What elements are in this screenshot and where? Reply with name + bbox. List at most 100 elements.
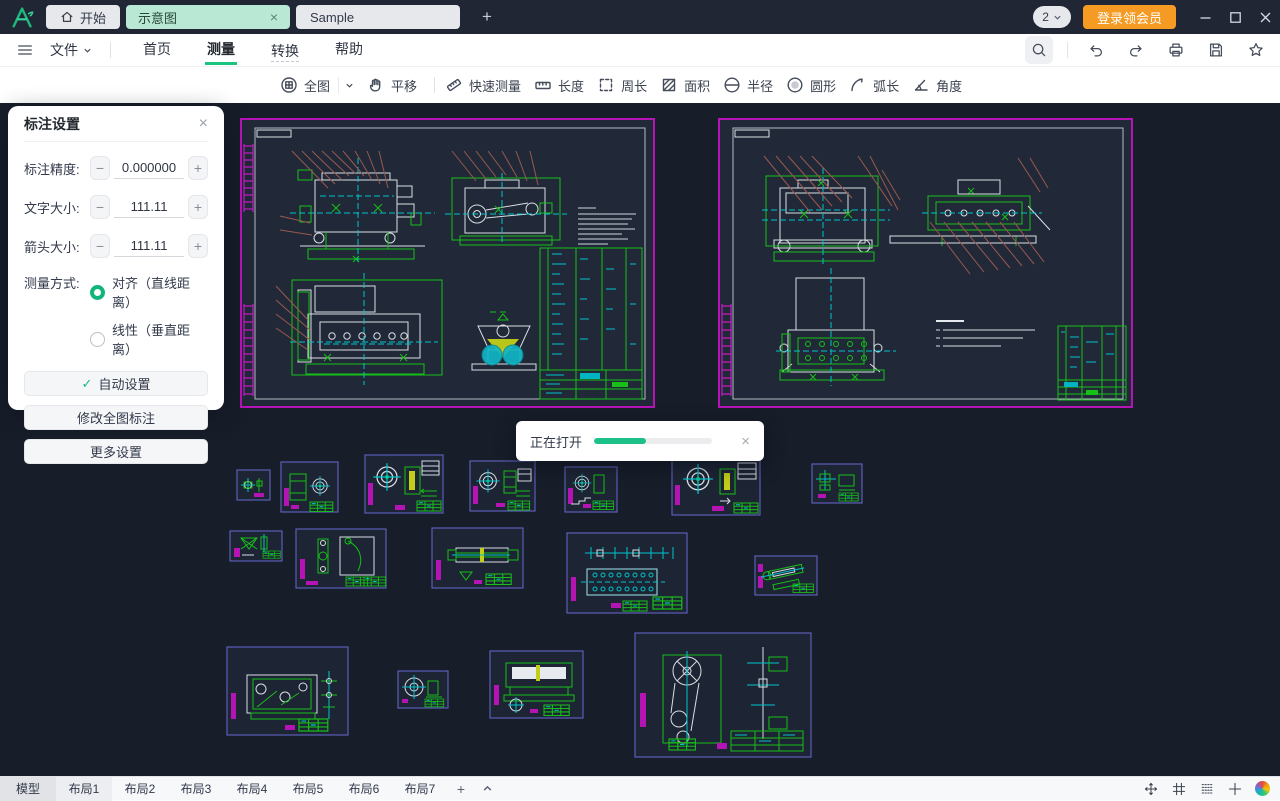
radio-selected-icon[interactable] (90, 284, 105, 300)
radio-linear[interactable]: 线性（垂直距离） (90, 320, 208, 358)
thumbnail-sheet[interactable] (564, 466, 618, 513)
text-size-plus-button[interactable]: + (188, 195, 208, 219)
tool-radius[interactable]: 半径 (723, 76, 773, 95)
tab-layout6[interactable]: 布局6 (336, 777, 392, 801)
tab-start-label: 开始 (80, 10, 107, 26)
minimize-button[interactable] (1190, 0, 1220, 34)
dialog-close-icon[interactable]: × (741, 434, 750, 449)
thumbnail-sheet[interactable] (397, 670, 449, 709)
opening-progress-dialog: 正在打开 × (516, 421, 764, 461)
maximize-button[interactable] (1220, 0, 1250, 34)
close-button[interactable] (1250, 0, 1280, 34)
tool-length[interactable]: 长度 (534, 76, 584, 95)
tool-fit-view[interactable]: 全图 (280, 76, 354, 95)
tab-model[interactable]: 模型 (0, 776, 56, 801)
precision-plus-button[interactable]: + (188, 156, 208, 180)
tab-layout7[interactable]: 布局7 (392, 777, 448, 801)
grid-dots-icon[interactable] (1199, 781, 1215, 797)
tool-quick-measure[interactable]: 快速测量 (445, 76, 521, 95)
thumbnail-sheet[interactable] (226, 646, 349, 736)
thumbnail-sheet[interactable] (566, 532, 688, 614)
thumbnail-sheet[interactable] (754, 555, 818, 596)
layout-tabs-bar: 模型 布局1 布局2 布局3 布局4 布局5 布局6 布局7 + (0, 776, 1280, 801)
tab-layout2[interactable]: 布局2 (112, 777, 168, 801)
tool-angle[interactable]: 角度 (912, 76, 962, 95)
arrow-size-minus-button[interactable]: − (90, 234, 110, 258)
panel-close-icon[interactable]: × (199, 115, 208, 132)
thumbnail-sheet[interactable] (236, 469, 271, 501)
add-layout-button[interactable]: + (448, 781, 474, 797)
print-button[interactable] (1162, 36, 1190, 64)
tool-arc-length[interactable]: 弧长 (849, 76, 899, 95)
collapse-tabs-button[interactable] (474, 783, 500, 794)
tool-area[interactable]: 面积 (660, 76, 710, 95)
text-size-minus-button[interactable]: − (90, 195, 110, 219)
radio-aligned-label: 对齐（直线距离） (112, 276, 191, 310)
tool-pan[interactable]: 平移 (367, 76, 417, 95)
precision-input[interactable] (114, 157, 184, 179)
auto-setting-label: 自动设置 (98, 377, 151, 392)
thumbnail-sheet[interactable] (364, 454, 444, 514)
thumbnail-sheet[interactable] (469, 460, 536, 512)
new-tab-button[interactable]: + (476, 7, 498, 27)
menu-home[interactable]: 首页 (141, 35, 173, 65)
redo-button[interactable] (1122, 36, 1150, 64)
crosshair-icon[interactable] (1227, 781, 1243, 797)
tool-label: 全图 (304, 78, 331, 94)
arrow-size-input[interactable] (114, 235, 184, 257)
device-count-dropdown[interactable]: 2 (1033, 6, 1071, 28)
tab-schematic[interactable]: 示意图 × (126, 5, 291, 29)
thumbnail-sheet[interactable] (280, 461, 339, 513)
chevron-down-icon (84, 48, 91, 53)
login-button[interactable]: 登录领会员 (1082, 5, 1176, 29)
tab-layout3[interactable]: 布局3 (168, 777, 224, 801)
tab-layout4[interactable]: 布局4 (224, 777, 280, 801)
color-wheel-icon[interactable] (1255, 781, 1270, 796)
tool-label: 半径 (747, 78, 774, 94)
measure-mode-label: 测量方式: (24, 276, 80, 291)
thumbnail-sheet[interactable] (634, 632, 812, 758)
arrow-size-label: 箭头大小: (24, 239, 80, 255)
menu-convert[interactable]: 转换 (269, 37, 301, 64)
tool-label: 周长 (621, 78, 648, 94)
more-settings-button[interactable]: 更多设置 (24, 439, 208, 464)
save-button[interactable] (1202, 36, 1230, 64)
pan-move-icon[interactable] (1143, 781, 1159, 797)
menubar: 文件 首页 测量 转换 帮助 (0, 34, 1280, 67)
favorite-button[interactable] (1242, 36, 1270, 64)
tool-perimeter[interactable]: 周长 (597, 76, 647, 95)
search-button[interactable] (1025, 36, 1053, 64)
drawing-sheet-1[interactable] (240, 118, 655, 408)
arrow-size-plus-button[interactable]: + (188, 234, 208, 258)
tab-layout1[interactable]: 布局1 (56, 776, 112, 801)
precision-minus-button[interactable]: − (90, 156, 110, 180)
menu-help[interactable]: 帮助 (333, 35, 365, 65)
home-icon (60, 10, 74, 24)
auto-setting-button[interactable]: ✓ 自动设置 (24, 371, 208, 396)
tab-layout5[interactable]: 布局5 (280, 777, 336, 801)
drawing-sheet-2[interactable] (718, 118, 1133, 408)
undo-button[interactable] (1082, 36, 1110, 64)
text-size-input[interactable] (114, 196, 184, 218)
fit-view-dropdown[interactable] (338, 77, 354, 93)
menu-measure[interactable]: 测量 (205, 35, 237, 65)
tool-circle[interactable]: 圆形 (786, 76, 836, 95)
tab-sample[interactable]: Sample (296, 5, 461, 29)
thumbnail-sheet[interactable] (431, 527, 524, 589)
modify-all-annotations-button[interactable]: 修改全图标注 (24, 405, 208, 430)
angle-icon (912, 76, 930, 94)
thumbnail-sheet[interactable] (229, 530, 283, 562)
hamburger-menu-icon[interactable] (16, 41, 34, 59)
grid-lines-icon[interactable] (1171, 781, 1187, 797)
tool-label: 角度 (936, 78, 963, 94)
thumbnail-sheet[interactable] (811, 463, 863, 504)
tab-start[interactable]: 开始 (46, 5, 121, 29)
thumbnail-sheet[interactable] (489, 650, 584, 719)
tab-close-icon[interactable]: × (270, 9, 278, 25)
radio-unselected-icon[interactable] (90, 331, 105, 347)
file-menu[interactable]: 文件 (46, 40, 96, 60)
thumbnail-sheet[interactable] (295, 528, 387, 589)
radius-icon (723, 76, 741, 94)
radio-aligned[interactable]: 对齐（直线距离） (90, 273, 208, 311)
thumbnail-sheet[interactable] (671, 456, 761, 516)
